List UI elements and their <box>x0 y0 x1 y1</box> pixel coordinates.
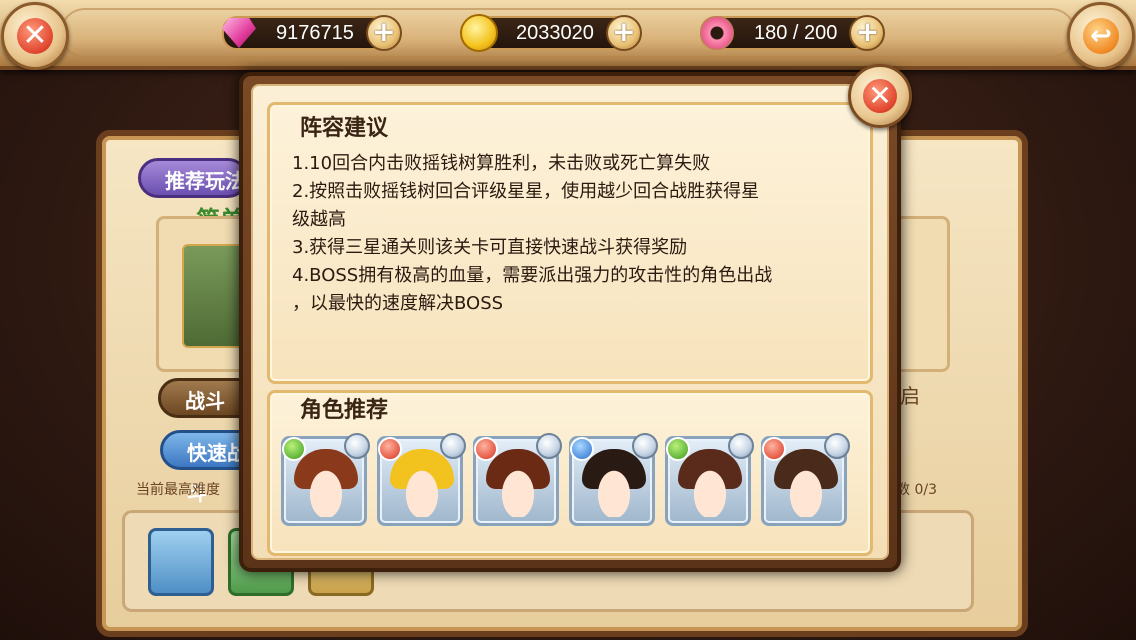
dialog-close-button[interactable]: ✕ <box>848 64 912 128</box>
donut-icon <box>694 10 740 56</box>
water-element-icon <box>570 437 594 461</box>
wood-element-icon <box>666 437 690 461</box>
gem-slot-icon <box>344 433 370 459</box>
fire-element-icon <box>762 437 786 461</box>
advice-text: 1.10回合内击败摇钱树算胜利，未击败或死亡算失败 2.按照击败摇钱树回合评级星… <box>292 150 852 318</box>
hero-card[interactable] <box>473 433 562 526</box>
back-button[interactable]: ↩ <box>1067 2 1135 70</box>
gem-counter: 9176715 + <box>222 14 402 52</box>
advice-line: 2.按照击败摇钱树回合评级星星，使用越少回合战胜获得星 <box>292 181 760 202</box>
hero-portrait <box>778 453 834 517</box>
gem-amount: 9176715 <box>276 22 354 44</box>
advice-line: 1.10回合内击败摇钱树算胜利，未击败或死亡算失败 <box>292 153 711 174</box>
tab-recommend-label: 推荐玩法 <box>165 169 245 193</box>
gem-slot-icon <box>728 433 754 459</box>
gold-amount: 2033020 <box>516 22 594 44</box>
close-icon: ✕ <box>863 79 897 113</box>
pink-gem-icon <box>216 10 262 56</box>
attempt-count: 数 0/3 <box>896 482 937 498</box>
advice-line: ，以最快的速度解决BOSS <box>292 293 504 314</box>
stamina-counter: 180 / 200 + <box>700 14 886 52</box>
hero-portrait <box>586 453 642 517</box>
add-gold-button[interactable]: + <box>605 15 642 51</box>
stamina-amount: 180 / 200 <box>754 22 838 44</box>
reward-item[interactable] <box>148 528 214 596</box>
hero-card[interactable] <box>377 433 466 526</box>
hero-portrait <box>298 453 354 517</box>
advice-line: 3.获得三星通关则该关卡可直接快速战斗获得奖励 <box>292 237 688 258</box>
hero-portrait <box>490 453 546 517</box>
close-icon: ✕ <box>17 18 53 54</box>
gem-slot-icon <box>632 433 658 459</box>
gold-counter: 2033020 + <box>460 14 642 52</box>
fire-element-icon <box>378 437 402 461</box>
fire-element-icon <box>474 437 498 461</box>
advice-line: 级越高 <box>292 209 346 230</box>
hero-portrait <box>394 453 450 517</box>
hero-card[interactable] <box>569 433 658 526</box>
wood-element-icon <box>282 437 306 461</box>
max-difficulty-note: 当前最高难度 <box>136 482 220 498</box>
tab-recommend[interactable]: 推荐玩法 <box>138 158 248 198</box>
advice-title: 阵容建议 <box>300 116 389 141</box>
battle-button-label: 战斗 <box>185 389 225 413</box>
roles-title: 角色推荐 <box>300 398 389 423</box>
add-gems-button[interactable]: + <box>365 15 402 51</box>
hero-card[interactable] <box>281 433 370 526</box>
hero-card[interactable] <box>665 433 754 526</box>
advice-line: 4.BOSS拥有极高的血量，需要派出强力的攻击性的角色出战 <box>292 265 773 286</box>
gem-slot-icon <box>536 433 562 459</box>
back-arrow-icon: ↩ <box>1083 18 1119 54</box>
exit-button[interactable]: ✕ <box>1 2 69 70</box>
gem-slot-icon <box>824 433 850 459</box>
hero-card[interactable] <box>761 433 850 526</box>
hero-portrait <box>682 453 738 517</box>
right-label: 启 <box>900 384 920 408</box>
gold-coin-icon <box>456 10 502 56</box>
gem-slot-icon <box>440 433 466 459</box>
